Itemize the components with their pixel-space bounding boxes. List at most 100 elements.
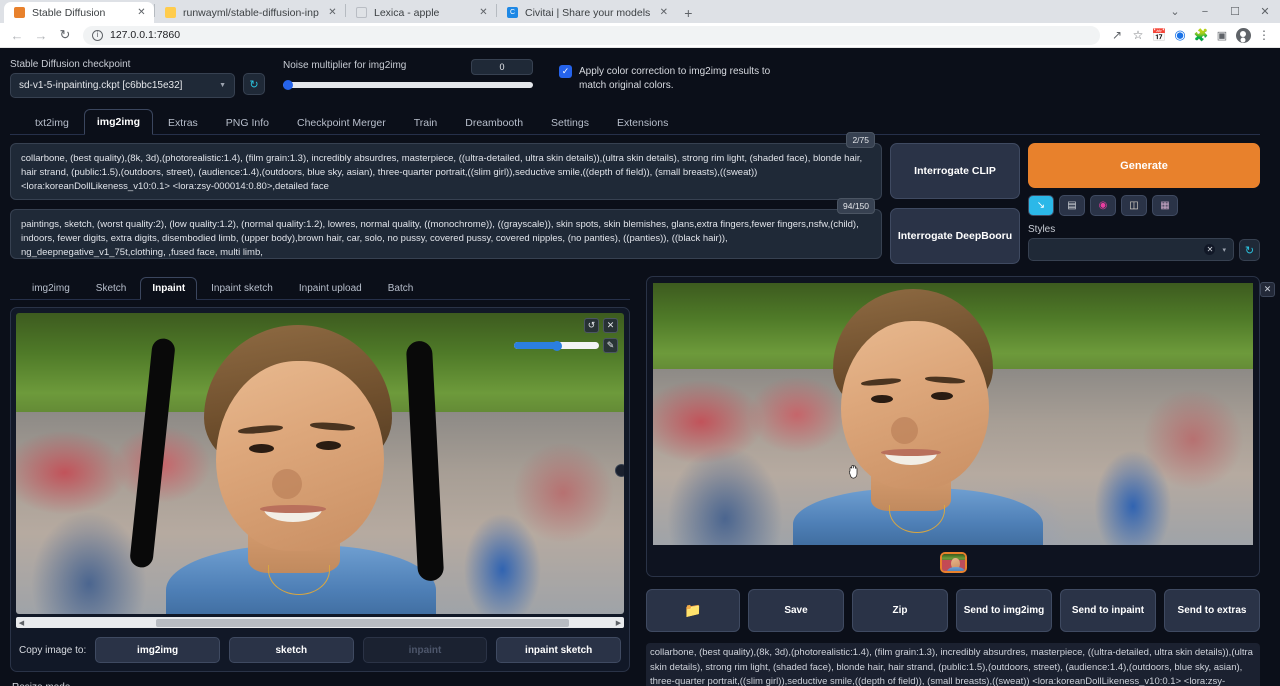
browser-tab-2[interactable]: Lexica - apple ✕ [346,2,496,23]
tab-png-info[interactable]: PNG Info [213,110,282,135]
subtab-sketch[interactable]: Sketch [84,277,139,300]
circle-extension-icon[interactable]: ◉ [1170,25,1190,45]
send-to-img2img-button[interactable]: Send to img2img [956,589,1052,632]
restore-progress-icon[interactable]: ↘ [1028,195,1054,216]
trash-icon[interactable]: ▤ [1059,195,1085,216]
back-icon[interactable]: ← [6,24,28,46]
tab-search-icon[interactable]: ⌄ [1160,0,1190,23]
copy-to-sketch-button[interactable]: sketch [229,637,354,663]
profile-avatar-icon[interactable] [1233,25,1253,45]
output-pane: ✕ [646,276,1260,686]
paste-clipboard-icon[interactable]: ◫ [1121,195,1147,216]
site-info-icon[interactable]: i [92,30,103,41]
canvas-resize-handle[interactable] [615,464,624,477]
tab-checkpoint-merger[interactable]: Checkpoint Merger [284,110,399,135]
extra-networks-icon[interactable]: ◉ [1090,195,1116,216]
address-bar[interactable]: i 127.0.0.1:7860 [83,26,1100,45]
kebab-menu-icon[interactable]: ⋮ [1254,25,1274,45]
result-thumbnail[interactable] [940,552,967,573]
tab-txt2img[interactable]: txt2img [22,110,82,135]
tab-train[interactable]: Train [401,110,451,135]
tab-img2img[interactable]: img2img [84,109,153,135]
canvas-horizontal-scrollbar[interactable]: ◀ ▶ [16,617,624,628]
copy-to-inpaint-sketch-button[interactable]: inpaint sketch [496,637,621,663]
share-icon[interactable]: ↗ [1107,25,1127,45]
positive-prompt-textarea[interactable]: 2/75 collarbone, (best quality),(8k, 3d)… [10,143,882,200]
styles-refresh-icon[interactable]: ↻ [1239,239,1260,261]
reload-icon[interactable]: ↻ [54,24,76,46]
tab-extras[interactable]: Extras [155,110,211,135]
brush-slider-handle[interactable] [552,341,562,351]
scroll-right-icon[interactable]: ▶ [613,619,624,627]
color-correction-checkbox[interactable]: ✓ [559,65,572,78]
noise-value-input[interactable]: 0 [471,59,533,75]
subtab-img2img[interactable]: img2img [20,277,82,300]
color-correction-option[interactable]: ✓ Apply color correction to img2img resu… [559,65,789,92]
slider-handle[interactable] [283,80,293,90]
brush-icon[interactable]: ✎ [603,338,618,353]
checkpoint-select[interactable]: sd-v1-5-inpainting.ckpt [c6bbc15e32] ▼ [10,73,235,98]
window-controls: ⌄ − ☐ ✕ [1160,0,1280,23]
tab-dreambooth[interactable]: Dreambooth [452,110,536,135]
tab-close-icon[interactable]: ✕ [657,6,670,19]
clear-styles-icon[interactable]: ✕ [1204,244,1215,255]
result-image[interactable] [653,283,1253,545]
undo-icon[interactable]: ↺ [584,318,599,333]
subtab-batch[interactable]: Batch [376,277,426,300]
noise-slider[interactable] [283,82,533,88]
close-icon[interactable]: ✕ [603,318,618,333]
send-to-inpaint-button[interactable]: Send to inpaint [1060,589,1156,632]
browser-tab-0[interactable]: Stable Diffusion ✕ [4,2,154,23]
new-tab-button[interactable]: + [676,2,700,23]
chevron-down-icon[interactable]: ▾ [1222,246,1226,254]
tab-close-icon[interactable]: ✕ [326,6,339,19]
subtab-inpaint[interactable]: Inpaint [140,277,197,300]
image-eye-left [871,395,893,403]
close-icon[interactable]: ✕ [1260,282,1275,297]
scrollbar-thumb[interactable] [156,619,569,627]
send-to-extras-button[interactable]: Send to extras [1164,589,1260,632]
url-text: 127.0.0.1:7860 [110,29,180,41]
save-button[interactable]: Save [748,589,844,632]
brush-size-slider[interactable] [514,342,599,349]
inpaint-canvas[interactable]: ↺ ✕ ✎ [16,313,624,614]
interrogate-deepbooru-button[interactable]: Interrogate DeepBooru [890,208,1020,264]
tab-title: Stable Diffusion [32,7,128,19]
styles-select[interactable]: ✕ ▾ [1028,238,1234,261]
generated-image [653,283,1253,545]
tab-close-icon[interactable]: ✕ [477,6,490,19]
tab-extensions[interactable]: Extensions [604,110,681,135]
save-style-icon[interactable]: ▦ [1152,195,1178,216]
browser-tab-1[interactable]: runwayml/stable-diffusion-inpa ✕ [155,2,345,23]
chevron-down-icon: ▼ [219,82,226,89]
browser-tab-3[interactable]: C Civitai | Share your models ✕ [497,2,676,23]
prompt-row: 2/75 collarbone, (best quality),(8k, 3d)… [10,143,1260,264]
document-icon [356,7,367,18]
calendar-extension-icon[interactable]: 📅 [1149,25,1169,45]
forward-icon[interactable]: → [30,24,52,46]
copy-to-img2img-button[interactable]: img2img [95,637,220,663]
interrogate-clip-button[interactable]: Interrogate CLIP [890,143,1020,199]
close-window-button[interactable]: ✕ [1250,0,1280,23]
scroll-left-icon[interactable]: ◀ [16,619,27,627]
tab-title: Civitai | Share your models [525,7,650,19]
image-eye-left [249,444,274,453]
negative-prompt-textarea[interactable]: 94/150 paintings, sketch, (worst quality… [10,209,882,259]
image-nose [272,469,302,499]
open-folder-button[interactable]: 📁 [646,589,740,632]
subtab-inpaint-upload[interactable]: Inpaint upload [287,277,374,300]
puzzle-extension-icon[interactable]: 🧩 [1191,25,1211,45]
refresh-icon[interactable]: ↻ [243,73,265,95]
resize-mode-label: Resize mode [10,682,630,686]
minimize-button[interactable]: − [1190,0,1220,23]
sidepanel-icon[interactable]: ▣ [1212,25,1232,45]
img2img-tab-bar: img2img Sketch Inpaint Inpaint sketch In… [10,276,630,300]
bookmark-star-icon[interactable]: ☆ [1128,25,1148,45]
zip-button[interactable]: Zip [852,589,948,632]
subtab-inpaint-sketch[interactable]: Inpaint sketch [199,277,285,300]
generate-button[interactable]: Generate [1028,143,1260,188]
tab-settings[interactable]: Settings [538,110,602,135]
maximize-button[interactable]: ☐ [1220,0,1250,23]
tab-close-icon[interactable]: ✕ [135,6,148,19]
toolbar-right-icons: ↗ ☆ 📅 ◉ 🧩 ▣ ⋮ [1107,25,1274,45]
